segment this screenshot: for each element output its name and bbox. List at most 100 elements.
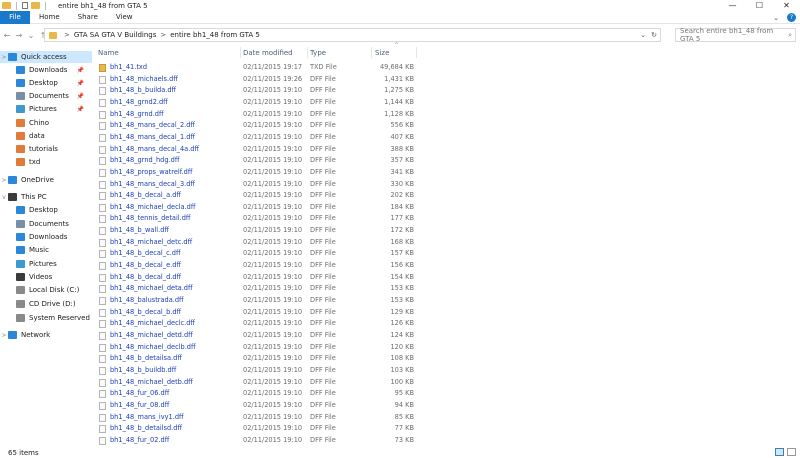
nav-item[interactable]: data [0,130,92,142]
expand-arrow-icon[interactable]: v [0,194,8,201]
nav-item[interactable]: CD Drive (D:) [0,298,92,310]
pc-icon [8,193,17,201]
file-row[interactable]: bh1_48_mans_decal_4a.dff 02/11/2015 19:10… [92,144,800,155]
file-row[interactable]: bh1_48_michael_detc.dff 02/11/2015 19:10 D… [92,237,800,248]
nav-item-label: Music [29,246,49,254]
file-date: 02/11/2015 19:10 [243,354,303,363]
nav-item[interactable]: Pictures 📌 [0,103,92,115]
minimize-button[interactable]: — [719,0,746,11]
file-row[interactable]: bh1_48_b_detailsd.dff 02/11/2015 19:10 DFF… [92,423,800,434]
nav-item[interactable]: Pictures [0,258,92,270]
properties-icon[interactable] [22,2,28,9]
nav-item[interactable]: Documents [0,218,92,230]
column-divider[interactable] [371,47,372,58]
column-header-type[interactable]: Type [310,46,370,59]
details-view-icon[interactable] [775,448,784,456]
file-row[interactable]: bh1_48_michael_declb.dff 02/11/2015 19:10… [92,342,800,353]
nav-item[interactable]: > OneDrive [0,174,92,186]
nav-item[interactable]: Videos [0,271,92,283]
nav-item[interactable]: Downloads [0,231,92,243]
file-row[interactable]: bh1_48_b_detailsa.dff 02/11/2015 19:10 DFF… [92,353,800,364]
file-row[interactable]: bh1_48_b_decal_c.dff 02/11/2015 19:10 DFF … [92,248,800,259]
file-row[interactable]: bh1_48_b_decal_b.dff 02/11/2015 19:10 DFF … [92,307,800,318]
column-divider[interactable] [416,47,417,58]
tab-file[interactable]: File [0,10,30,24]
breadcrumb-separator[interactable]: > [64,31,70,39]
nav-item[interactable]: Downloads 📌 [0,64,92,76]
nav-item[interactable]: txd [0,156,92,168]
file-row[interactable]: bh1_48_tennis_detail.dff 02/11/2015 19:10… [92,213,800,224]
file-row[interactable]: bh1_48_michaels.dff 02/11/2015 19:26 DFF F… [92,74,800,85]
address-bar[interactable]: > GTA SA GTA V Buildings > entire bh1_48… [44,28,661,42]
file-row[interactable]: bh1_48_mans_decal_2.dff 02/11/2015 19:10 D… [92,120,800,131]
breadcrumb-item[interactable]: GTA SA GTA V Buildings [74,31,157,39]
file-row[interactable]: bh1_48_fur_06.dff 02/11/2015 19:10 DFF Fil… [92,388,800,399]
expand-ribbon-icon[interactable]: ⌄ [773,14,779,22]
nav-item[interactable]: System Reserved (G [0,312,92,324]
file-row[interactable]: bh1_48_mans_ivy1.dff 02/11/2015 19:10 DFF … [92,412,800,423]
tab-share[interactable]: Share [69,11,107,24]
file-row[interactable]: bh1_48_mans_decal_3.dff 02/11/2015 19:10 D… [92,179,800,190]
back-button[interactable]: ← [2,29,12,41]
file-row[interactable]: bh1_48_michael_declc.dff 02/11/2015 19:10… [92,318,800,329]
file-icon [99,308,106,317]
nav-item[interactable]: > Network [0,329,92,341]
nav-item[interactable]: > Quick access [0,51,92,63]
file-row[interactable]: bh1_48_b_builda.dff 02/11/2015 19:10 DFF F… [92,85,800,96]
refresh-icon[interactable]: ↻ [651,31,657,39]
breadcrumb-item[interactable]: entire bh1_48 from GTA 5 [170,31,260,39]
file-row[interactable]: bh1_48_b_wall.dff 02/11/2015 19:10 DFF Fil… [92,225,800,236]
file-row[interactable]: bh1_48_michael_decla.dff 02/11/2015 19:10… [92,202,800,213]
column-header-size[interactable]: Size [375,46,415,59]
file-name: bh1_48_mans_decal_2.dff [110,121,195,130]
column-header-date[interactable]: Date modified [243,46,307,59]
expand-arrow-icon[interactable]: > [0,54,8,61]
expand-arrow-icon[interactable]: > [0,177,8,184]
forward-button[interactable]: → [14,29,24,41]
file-row[interactable]: bh1_48_fur_08.dff 02/11/2015 19:10 DFF Fil… [92,400,800,411]
file-date: 02/11/2015 19:26 [243,74,303,83]
tab-view[interactable]: View [107,11,142,24]
file-row[interactable]: bh1_48_grnd.dff 02/11/2015 19:10 DFF File 1… [92,109,800,120]
tab-home[interactable]: Home [30,11,69,24]
file-row[interactable]: bh1_48_grnd_hdg.dff 02/11/2015 19:10 DFF F… [92,155,800,166]
file-row[interactable]: bh1_48_grnd2.dff 02/11/2015 19:10 DFF File… [92,97,800,108]
file-row[interactable]: bh1_48_michael_detb.dff 02/11/2015 19:10 D… [92,377,800,388]
file-row[interactable]: bh1_48_b_buildb.dff 02/11/2015 19:10 DFF F… [92,365,800,376]
file-type: DFF File [310,307,336,316]
file-date: 02/11/2015 19:10 [243,389,303,398]
nav-item[interactable]: Desktop 📌 [0,77,92,89]
file-row[interactable]: bh1_48_b_decal_e.dff 02/11/2015 19:10 DFF … [92,260,800,271]
large-icons-view-icon[interactable] [787,448,796,456]
column-divider[interactable] [240,47,241,58]
file-row[interactable]: bh1_48_balustrada.dff 02/11/2015 19:10 DFF… [92,295,800,306]
file-row[interactable]: bh1_48_mans_decal_1.dff 02/11/2015 19:10 D… [92,132,800,143]
column-divider[interactable] [307,47,308,58]
new-folder-icon[interactable] [31,2,40,9]
nav-item[interactable]: Chino [0,117,92,129]
file-row[interactable]: bh1_48_b_decal_a.dff 02/11/2015 19:10 DFF … [92,190,800,201]
expand-arrow-icon[interactable]: > [0,332,8,339]
help-icon[interactable]: ? [787,13,796,22]
nav-item[interactable]: Music [0,244,92,256]
file-row[interactable]: bh1_48_props_watrelf.dff 02/11/2015 19:10… [92,167,800,178]
nav-item-label: Documents [29,220,69,228]
maximize-button[interactable]: ☐ [746,0,773,11]
search-input[interactable]: Search entire bh1_48 from GTA 5 ⌕ [675,27,796,43]
close-button[interactable]: ✕ [773,0,800,11]
nav-item[interactable]: v This PC [0,191,92,203]
breadcrumb-separator[interactable]: > [160,31,166,39]
file-row[interactable]: bh1_48_michael_detd.dff 02/11/2015 19:10 D… [92,330,800,341]
file-row[interactable]: bh1_41.txd 02/11/2015 19:17 TXD File 49,684… [92,62,800,73]
file-row[interactable]: bh1_48_fur_02.dff 02/11/2015 19:10 DFF Fil… [92,435,800,446]
file-date: 02/11/2015 19:17 [243,63,303,71]
recent-locations-button[interactable]: ⌄ [26,29,36,41]
address-dropdown-icon[interactable]: ⌄ [640,31,646,39]
file-row[interactable]: bh1_48_michael_deta.dff 02/11/2015 19:10 D… [92,283,800,294]
file-row[interactable]: bh1_48_b_decal_d.dff 02/11/2015 19:10 DFF … [92,272,800,283]
nav-item[interactable]: Local Disk (C:) [0,284,92,296]
nav-item[interactable]: Desktop [0,204,92,216]
nav-item[interactable]: Documents 📌 [0,90,92,102]
column-header-name[interactable]: Name [98,46,240,59]
nav-item[interactable]: tutorials [0,143,92,155]
